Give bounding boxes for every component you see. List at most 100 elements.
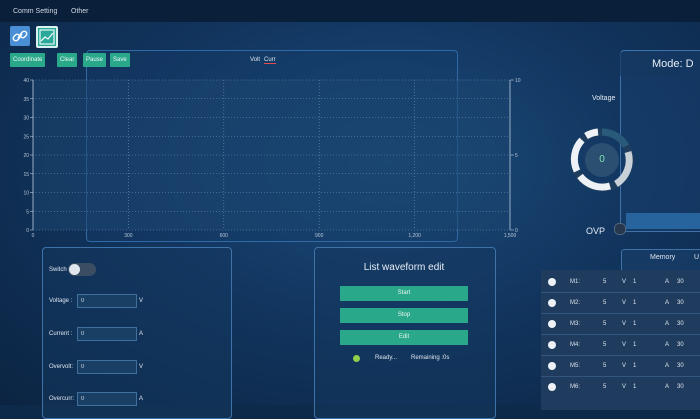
menu-comm-setting[interactable]: Comm Setting [13, 8, 57, 15]
overvolt-label: Overvolt: [49, 364, 74, 370]
memory-voltage: 5 [603, 384, 607, 390]
memory-current-unit: A [665, 384, 670, 390]
overcurr-label: Overcurr: [49, 396, 75, 402]
memory-row-m6[interactable]: M6: 5 V 1 A 30 [541, 378, 700, 396]
y-left-tick-label: 25 [23, 134, 29, 140]
memory-name: M4: [570, 342, 581, 348]
y-right-tick-label: 0 [515, 228, 518, 234]
memory-row-m2[interactable]: M2: 5 V 1 A 30 [541, 294, 700, 312]
current-input[interactable] [77, 327, 137, 341]
memory-divider [541, 376, 700, 377]
radio-button[interactable] [548, 341, 556, 349]
overvolt-input[interactable] [77, 360, 137, 374]
radio-button[interactable] [548, 278, 556, 286]
edit-button[interactable]: Edit [340, 330, 468, 345]
switch-knob [69, 264, 80, 275]
voltage-input[interactable] [77, 294, 137, 308]
y-left-tick-label: 0 [26, 228, 29, 234]
radio-button[interactable] [548, 362, 556, 370]
memory-time: 30 [677, 363, 684, 369]
clear-button[interactable]: Clear [57, 53, 78, 67]
memory-time: 30 [677, 384, 684, 390]
memory-name: M5: [570, 363, 581, 369]
memory-current-unit: A [665, 300, 670, 306]
stop-button[interactable]: Stop [340, 308, 468, 323]
memory-time: 30 [677, 321, 684, 327]
memory-row-m3[interactable]: M3: 5 V 1 A 30 [541, 315, 700, 333]
memory-time: 30 [677, 279, 684, 285]
memory-voltage: 5 [603, 279, 607, 285]
y-left-tick-label: 15 [23, 172, 29, 178]
memory-voltage-unit: V [622, 384, 627, 390]
memory-current: 1 [633, 384, 637, 390]
memory-time: 30 [677, 300, 684, 306]
chart-edit-icon[interactable] [36, 26, 58, 48]
x-tick-label: 1,200 [408, 233, 421, 239]
current-unit: A [139, 331, 144, 337]
memory-current: 1 [633, 300, 637, 306]
status-text: Ready... [375, 355, 397, 361]
mode-footer-bar [626, 213, 700, 229]
y-left-tick-label: 40 [23, 78, 29, 84]
y-left-tick-label: 10 [23, 191, 29, 197]
radio-button[interactable] [548, 299, 556, 307]
pause-button[interactable]: Pause [83, 53, 107, 67]
memory-voltage: 5 [603, 363, 607, 369]
memory-row-m1[interactable]: M1: 5 V 1 A 30 [541, 273, 700, 291]
memory-divider [541, 292, 700, 293]
overcurr-unit: A [139, 396, 144, 402]
overcurr-input[interactable] [77, 392, 137, 406]
memory-header-u: U [694, 254, 700, 261]
memory-row-m4[interactable]: M4: 5 V 1 A 30 [541, 336, 700, 354]
x-tick-label: 900 [315, 233, 324, 239]
waveform-chart: 0 300 600 900 1,200 1,50005101520253035400510 [23, 78, 521, 239]
ovp-indicator [614, 223, 626, 235]
y-left-tick-label: 5 [26, 209, 29, 215]
memory-name: M2: [570, 300, 581, 306]
memory-voltage: 5 [603, 300, 607, 306]
memory-current: 1 [633, 279, 637, 285]
legend-curr[interactable]: Curr [264, 57, 276, 64]
link-icon[interactable] [10, 26, 30, 46]
output-switch[interactable] [68, 263, 96, 276]
memory-current: 1 [633, 342, 637, 348]
gauge-value: 0 [585, 143, 619, 177]
y-right-tick-label: 5 [515, 153, 518, 159]
mode-label: Mode: D [652, 58, 694, 70]
memory-voltage-unit: V [622, 363, 627, 369]
radio-button[interactable] [548, 320, 556, 328]
ovp-label: OVP [586, 226, 606, 236]
current-label: Current : [49, 331, 73, 337]
memory-voltage: 5 [603, 342, 607, 348]
memory-name: M6: [570, 384, 581, 390]
memory-current-unit: A [665, 342, 670, 348]
coordinate-button[interactable]: Coordinate [10, 53, 46, 67]
memory-current: 1 [633, 363, 637, 369]
y-right-tick-label: 10 [515, 78, 521, 84]
memory-voltage-unit: V [622, 279, 627, 285]
overvolt-unit: V [139, 364, 144, 370]
start-button[interactable]: Start [340, 286, 468, 301]
memory-voltage-unit: V [622, 342, 627, 348]
memory-divider [541, 355, 700, 356]
x-tick-label: 600 [220, 233, 229, 239]
gauge-title: Voltage [592, 95, 616, 102]
memory-current: 1 [633, 321, 637, 327]
save-button[interactable]: Save [110, 53, 130, 67]
switch-label: Switch [49, 267, 67, 273]
memory-voltage-unit: V [622, 300, 627, 306]
memory-divider [541, 313, 700, 314]
remaining-time: Remaining :0s [411, 355, 450, 361]
y-left-tick-label: 35 [23, 97, 29, 103]
memory-current-unit: A [665, 363, 670, 369]
menu-other[interactable]: Other [71, 8, 89, 15]
legend-volt[interactable]: Volt [250, 57, 260, 63]
radio-button[interactable] [548, 383, 556, 391]
memory-time: 30 [677, 342, 684, 348]
menu-bar: Comm Setting Other [0, 0, 700, 22]
status-indicator [353, 355, 360, 362]
voltage-unit: V [139, 298, 144, 304]
memory-row-m5[interactable]: M5: 5 V 1 A 30 [541, 357, 700, 375]
memory-voltage: 5 [603, 321, 607, 327]
memory-current-unit: A [665, 279, 670, 285]
